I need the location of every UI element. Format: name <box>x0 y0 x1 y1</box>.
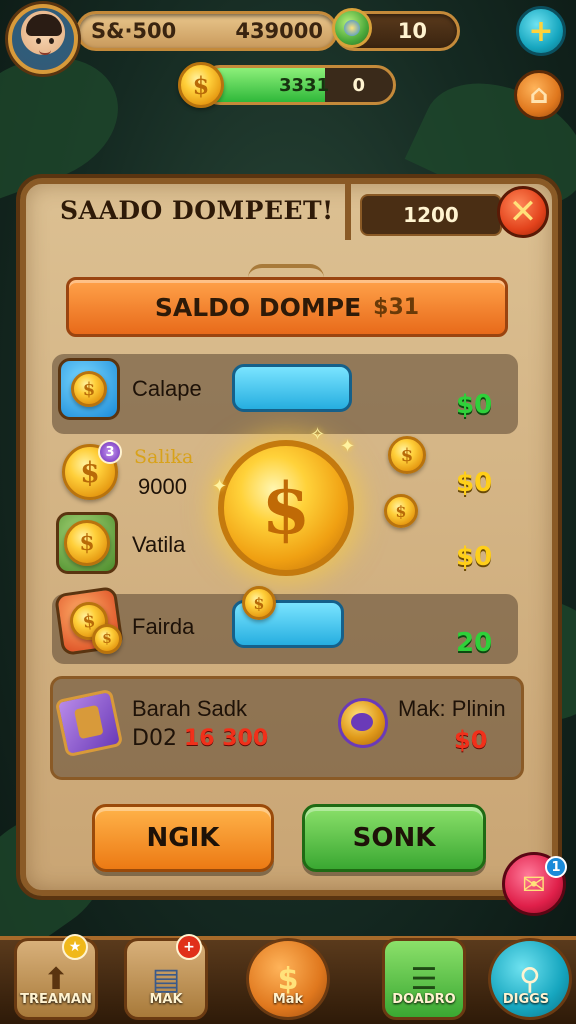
row-value: $0 <box>456 542 493 572</box>
summary-left-prefix: D02 <box>132 726 177 751</box>
currency-bar: S&·500 439000 <box>76 11 338 51</box>
sparkle-icon: ✦ <box>212 476 228 497</box>
nav-label: DIGGS <box>502 992 550 1007</box>
nav-coin-button[interactable]: $ <box>246 938 330 1020</box>
balance-banner: SALDO DOMPE $31 <box>66 277 508 337</box>
gem-icon <box>332 8 372 48</box>
nav-label: Mak <box>272 992 304 1007</box>
coin-icon: $ <box>388 436 426 474</box>
avatar-eye <box>36 38 41 44</box>
nav-label: MAK <box>149 992 183 1007</box>
row-sub-value: 9000 <box>138 474 187 499</box>
panel-title: SAADO DOMPEET! <box>60 196 334 225</box>
row-input-pill[interactable] <box>232 364 352 412</box>
coin-icon: $ <box>384 494 418 528</box>
mail-badge: 1 <box>545 856 567 878</box>
notification-badge: 3 <box>98 440 122 464</box>
summary-left-title: Barah Sadk <box>132 696 247 721</box>
summary-box <box>50 676 524 780</box>
currency-left-value: S&·500 <box>91 19 177 43</box>
row-value: 20 <box>456 628 493 658</box>
close-button[interactable]: ✕ <box>497 186 549 238</box>
coin-icon: $ <box>71 371 107 407</box>
player-avatar[interactable] <box>8 4 78 74</box>
banner-value: $31 <box>373 294 420 320</box>
row-label: Vatila <box>132 532 186 557</box>
row-value: $0 <box>456 468 493 498</box>
coin-icon: $ <box>64 520 110 566</box>
right-action-button[interactable]: SONK <box>302 804 486 872</box>
nav-search-button[interactable]: ⚲ <box>488 938 572 1020</box>
sparkle-icon: ✦ <box>340 436 356 457</box>
avatar-eye <box>49 38 54 44</box>
left-action-button[interactable]: NGIK <box>92 804 274 872</box>
big-coin-icon: $ <box>218 440 354 576</box>
row-value: $0 <box>456 390 493 420</box>
coin-icon: $ <box>178 62 224 108</box>
energy-bar: 3331 0 <box>200 65 396 105</box>
coin-tile: $ <box>56 512 118 574</box>
coin-icon: $ <box>242 586 276 620</box>
planet-coin-icon <box>338 698 388 748</box>
summary-left-value: 16 300 <box>183 726 269 751</box>
sparkle-icon: ✧ <box>310 424 326 445</box>
avatar-mouth <box>39 50 51 55</box>
ornament-divider <box>248 264 324 278</box>
home-button[interactable]: ⌂ <box>514 70 564 120</box>
avatar-hair <box>26 14 62 36</box>
chest-icon <box>54 688 124 758</box>
add-currency-button[interactable]: + <box>516 6 566 56</box>
nav-label: DOADRO <box>392 992 456 1007</box>
nav-list-button[interactable]: ☰ <box>382 938 466 1020</box>
gem-value: 10 <box>397 19 427 43</box>
banner-label: SALDO DOMPE <box>154 292 362 322</box>
panel-title-amount: 1200 <box>360 194 502 236</box>
row-label: Salika <box>134 446 194 468</box>
summary-right-title: Mak: Plinin <box>398 696 506 721</box>
currency-right-value: 439000 <box>235 19 323 43</box>
row-label: Fairda <box>132 614 195 639</box>
row-label: Calape <box>132 376 202 401</box>
title-divider <box>345 184 351 240</box>
summary-right-value: $0 <box>454 726 488 754</box>
alert-badge: + <box>176 934 202 960</box>
summary-left-line: D02 16 300 <box>132 726 268 751</box>
nav-label: TREAMAN <box>20 992 92 1007</box>
coin-icon: $ <box>92 624 122 654</box>
star-badge: ★ <box>62 934 88 960</box>
chat-coin-tile: $ <box>58 358 120 420</box>
energy-value: 3331 <box>279 75 330 96</box>
energy-secondary-value: 0 <box>352 75 365 96</box>
